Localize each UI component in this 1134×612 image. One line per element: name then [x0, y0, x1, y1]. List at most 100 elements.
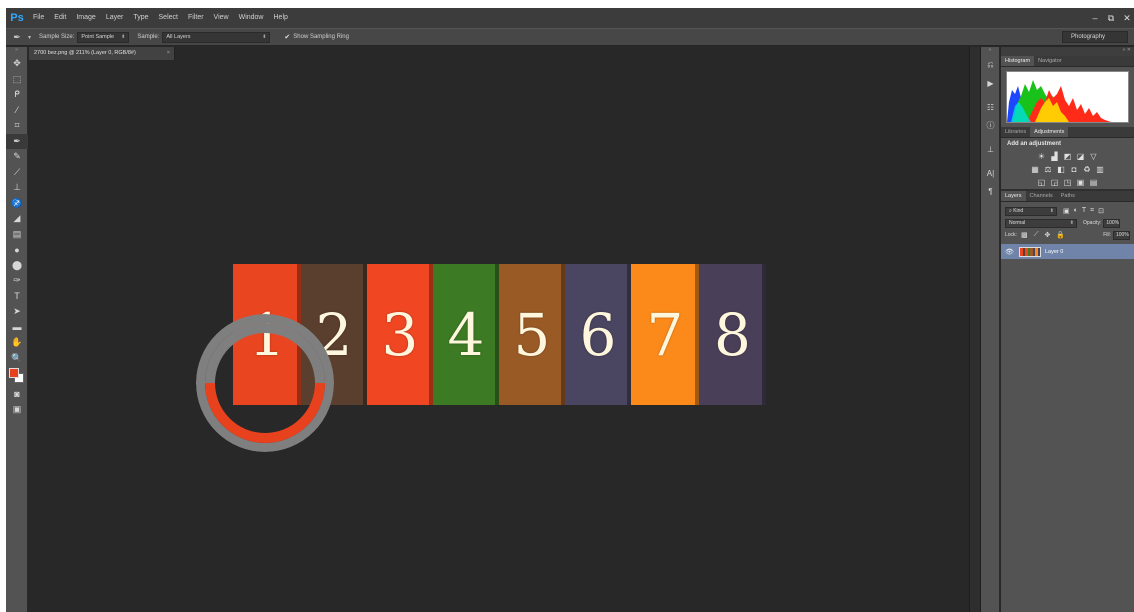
properties-panel-icon[interactable]: ☷ — [981, 98, 1000, 116]
menu-type[interactable]: Type — [128, 8, 153, 28]
black-white-icon[interactable]: ◧ — [1056, 165, 1066, 174]
tab-histogram[interactable]: Histogram — [1001, 56, 1035, 66]
eye-icon[interactable]: 👁 — [1005, 248, 1015, 256]
tab-paths[interactable]: Paths — [1057, 191, 1079, 201]
vibrance-icon[interactable]: ▽ — [1089, 152, 1099, 161]
brush-tool-icon[interactable]: ⟋ — [6, 165, 28, 181]
sample-size-select[interactable]: Point Sample ⬍ — [77, 31, 130, 43]
menu-layer[interactable]: Layer — [101, 8, 129, 28]
color-lookup-icon[interactable]: ▥ — [1095, 165, 1105, 174]
crop-tool-icon[interactable]: ⌗ — [6, 118, 28, 134]
pen-tool-icon[interactable]: ✑ — [6, 273, 28, 289]
eyedropper-tool-preset-icon[interactable]: ✒ — [6, 29, 28, 45]
menu-view[interactable]: View — [209, 8, 234, 28]
close-button[interactable]: ✕ — [1120, 8, 1134, 28]
threshold-icon[interactable]: ◳ — [1063, 178, 1073, 187]
exposure-icon[interactable]: ◪ — [1076, 152, 1086, 161]
tab-navigator[interactable]: Navigator — [1034, 56, 1066, 66]
menu-select[interactable]: Select — [154, 8, 183, 28]
move-tool-icon[interactable]: ✥ — [6, 56, 28, 72]
selective-color-icon[interactable]: ▤ — [1089, 178, 1099, 187]
marquee-tool-icon[interactable]: ⬚ — [6, 72, 28, 88]
invert-icon[interactable]: ◱ — [1037, 178, 1047, 187]
panel-grip-icon[interactable]: « ✕ — [1001, 47, 1134, 56]
ps-logo: Ps — [10, 12, 24, 24]
posterize-icon[interactable]: ◲ — [1050, 178, 1060, 187]
lock-all-icon[interactable]: 🔒 — [1056, 231, 1065, 239]
chevron-down-icon[interactable]: ▾ — [28, 34, 31, 41]
adjustments-title: Add an adjustment — [1007, 141, 1062, 147]
hand-tool-icon[interactable]: ✋ — [6, 335, 28, 351]
blend-opacity-row: Normal ⬍ Opacity: 100% — [1001, 217, 1134, 229]
hue-saturation-icon[interactable]: ▦ — [1030, 165, 1040, 174]
menu-window[interactable]: Window — [234, 8, 269, 28]
channel-mixer-icon[interactable]: ♻ — [1082, 165, 1092, 174]
options-bar: ✒ ▾ Sample Size: Point Sample ⬍ Sample: A… — [6, 28, 1134, 46]
tab-libraries[interactable]: Libraries — [1001, 127, 1030, 137]
type-filter-icon[interactable]: T — [1082, 207, 1086, 215]
blend-mode-select[interactable]: Normal ⬍ — [1005, 218, 1077, 228]
actions-panel-icon[interactable]: ▶ — [981, 74, 1000, 92]
healing-brush-tool-icon[interactable]: ✎ — [6, 149, 28, 165]
layer-filter-select[interactable]: ⌕ Kind ⬍ — [1005, 206, 1057, 216]
adjustment-filter-icon[interactable]: ◐ — [1074, 207, 1078, 215]
close-icon[interactable]: × — [167, 47, 170, 60]
brightness-icon[interactable]: ☀ — [1037, 152, 1047, 161]
pixel-filter-icon[interactable]: ▣ — [1063, 207, 1070, 215]
eyedropper-tool-icon[interactable]: ✒ — [6, 133, 28, 149]
menu-image[interactable]: Image — [71, 8, 100, 28]
tab-layers[interactable]: Layers — [1001, 191, 1026, 201]
lasso-tool-icon[interactable]: ᑭ — [6, 87, 28, 103]
gradient-tool-icon[interactable]: ▤ — [6, 227, 28, 243]
sampling-ring — [196, 314, 334, 452]
eraser-tool-icon[interactable]: ◢ — [6, 211, 28, 227]
levels-icon[interactable]: ▟ — [1050, 152, 1060, 161]
panel-grip-icon[interactable]: » — [6, 47, 27, 56]
gradient-map-icon[interactable]: ▣ — [1076, 178, 1086, 187]
character-panel-icon[interactable]: A| — [981, 164, 1000, 182]
lock-transparency-icon[interactable]: ▩ — [1021, 231, 1028, 239]
lock-position-icon[interactable]: ✥ — [1044, 231, 1050, 239]
zoom-tool-icon[interactable]: 🔍 — [6, 351, 28, 367]
photo-filter-icon[interactable]: ◘ — [1069, 165, 1079, 174]
menu-filter[interactable]: Filter — [183, 8, 209, 28]
layer-row[interactable]: 👁 Layer 0 — [1001, 244, 1134, 259]
quick-mask-icon[interactable]: ◙ — [6, 386, 28, 402]
sample-select[interactable]: All Layers ⬍ — [162, 31, 271, 43]
fill-input[interactable]: 100% — [1113, 230, 1130, 240]
lock-pixels-icon[interactable]: ⟋ — [1034, 231, 1039, 239]
history-panel-icon[interactable]: ⎌ — [981, 56, 1000, 74]
menu-edit[interactable]: Edit — [49, 8, 71, 28]
color-balance-icon[interactable]: ⚖ — [1043, 165, 1053, 174]
rectangle-tool-icon[interactable]: ▬ — [6, 320, 28, 336]
panel-grip-icon[interactable]: « — [981, 47, 999, 56]
clone-stamp-tool-icon[interactable]: ⊥ — [6, 180, 28, 196]
info-panel-icon[interactable]: ⓘ — [981, 116, 1000, 134]
shape-filter-icon[interactable]: ⌗ — [1090, 207, 1094, 215]
paragraph-panel-icon[interactable]: ¶ — [981, 182, 1000, 200]
foreground-color-swatch[interactable] — [9, 368, 19, 378]
tab-adjustments[interactable]: Adjustments — [1030, 127, 1069, 137]
quick-select-tool-icon[interactable]: ⁄ — [6, 103, 28, 119]
book-number: 7 — [646, 300, 684, 369]
history-brush-tool-icon[interactable]: ♐ — [6, 196, 28, 212]
curves-icon[interactable]: ◩ — [1063, 152, 1073, 161]
minimize-button[interactable]: – — [1088, 8, 1102, 28]
document-tab[interactable]: 2700 bez.png @ 211% (Layer 0, RGB/8#) × — [29, 47, 175, 60]
path-selection-tool-icon[interactable]: ➤ — [6, 304, 28, 320]
color-swatches[interactable] — [6, 366, 28, 386]
type-tool-icon[interactable]: T — [6, 289, 28, 305]
blur-tool-icon[interactable]: ● — [6, 242, 28, 258]
tab-channels[interactable]: Channels — [1026, 191, 1057, 201]
clone-source-panel-icon[interactable]: ⊥ — [981, 140, 1000, 158]
canvas-area[interactable]: 12345678 — [29, 60, 969, 612]
screen-mode-icon[interactable]: ▣ — [6, 402, 28, 418]
menu-file[interactable]: File — [28, 8, 49, 28]
show-sampling-ring-checkbox[interactable]: ✔ — [284, 33, 290, 41]
workspace-switcher[interactable]: Photography — [1062, 31, 1128, 43]
dodge-tool-icon[interactable]: ⬤ — [6, 258, 28, 274]
smart-object-filter-icon[interactable]: ⊡ — [1098, 207, 1104, 215]
menu-help[interactable]: Help — [269, 8, 293, 28]
restore-button[interactable]: ⧉ — [1104, 8, 1118, 28]
opacity-input[interactable]: 100% — [1103, 218, 1121, 228]
